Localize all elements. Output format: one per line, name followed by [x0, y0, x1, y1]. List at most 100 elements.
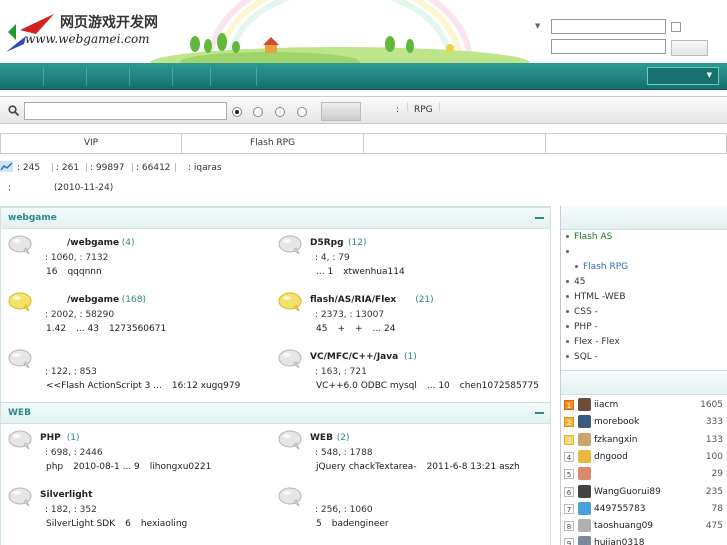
- tab-flash-rpg[interactable]: Flash RPG: [182, 134, 364, 153]
- ranking-row[interactable]: 4 dngood 100: [561, 449, 726, 466]
- ranking-row[interactable]: 9 huijan0318: [561, 535, 726, 545]
- remember-checkbox[interactable]: [671, 22, 681, 32]
- search-type-radio[interactable]: [253, 107, 263, 117]
- login-button[interactable]: [671, 40, 708, 56]
- forum-name[interactable]: PHP: [40, 433, 61, 443]
- ranking-row[interactable]: 8 taoshuang09 475: [561, 518, 726, 535]
- ranking-row[interactable]: 1 iiacm 1605: [561, 397, 726, 414]
- forum-name[interactable]: VC/MFC/C++/Java: [310, 352, 398, 362]
- username-input[interactable]: [551, 19, 666, 34]
- ranking-row[interactable]: 6 WangGuorui89 235: [561, 484, 726, 501]
- forum-item[interactable]: : 122, : 853 <<Flash ActionScript 3 ... 16…: [1, 345, 271, 402]
- sidebar-link[interactable]: Flash RPG: [575, 262, 628, 272]
- forum-item[interactable]: PHP (1): 698, : 2446 php 2010-08-1 ... 9 lih…: [1, 426, 271, 483]
- forum-item[interactable]: : 256, : 1060 5 badengineer: [271, 483, 541, 540]
- search-type-radio[interactable]: [297, 107, 307, 117]
- nav-dropdown[interactable]: ▼: [647, 67, 719, 85]
- section-header-webgame[interactable]: webgame: [1, 207, 550, 229]
- sidebar-link-label[interactable]: CSS -: [574, 307, 598, 317]
- rank-username[interactable]: fzkangxin: [594, 435, 637, 445]
- sidebar-link-label[interactable]: SQL -: [574, 352, 598, 362]
- forum-item[interactable]: VC/MFC/C++/Java (1): 163, : 721 VC++6.0 OD…: [271, 345, 541, 402]
- sidebar-link[interactable]: Flex - Flex: [566, 337, 620, 347]
- logo-url[interactable]: www.webgamei.com: [25, 32, 150, 46]
- search-input[interactable]: [24, 102, 227, 120]
- forum-last-post[interactable]: ... 1 xtwenhua114: [316, 267, 415, 277]
- collapse-icon[interactable]: [535, 412, 544, 414]
- collapse-icon[interactable]: [535, 217, 544, 219]
- sidebar-link-label[interactable]: PHP -: [574, 322, 598, 332]
- avatar[interactable]: [578, 484, 591, 498]
- forum-name[interactable]: Silverlight: [40, 490, 92, 500]
- forum-item[interactable]: /webgame (168): 2002, : 58290 1.42 ... 43 12…: [1, 288, 271, 345]
- ranking-row[interactable]: 5 29: [561, 466, 726, 483]
- forum-last-post[interactable]: 16 qqqnnn: [46, 267, 112, 277]
- ranking-row[interactable]: 2 morebook 333: [561, 414, 726, 431]
- logo-title[interactable]: 网页游戏开发网: [60, 12, 158, 32]
- avatar[interactable]: [578, 501, 591, 515]
- rank-username[interactable]: iiacm: [594, 400, 618, 410]
- forum-last-post[interactable]: <<Flash ActionScript 3 ... 16:12 xugq979: [46, 381, 250, 391]
- rank-username[interactable]: dngood: [594, 452, 628, 462]
- avatar[interactable]: [578, 519, 591, 533]
- forum-last-post[interactable]: 5 badengineer: [316, 519, 399, 529]
- tab-vip[interactable]: VIP: [1, 134, 182, 153]
- search-type-radio[interactable]: [232, 107, 242, 117]
- rank-username[interactable]: taoshuang09: [594, 521, 653, 531]
- tab-3[interactable]: [364, 134, 546, 153]
- sidebar-link-label[interactable]: Flash RPG: [583, 262, 628, 272]
- forum-last-post[interactable]: 1.42 ... 43 1273560671: [46, 324, 176, 334]
- rank-badge: 9: [564, 538, 574, 545]
- forum-name[interactable]: D5Rpg: [310, 238, 344, 248]
- rank-username[interactable]: WangGuorui89: [594, 487, 661, 497]
- avatar[interactable]: [578, 467, 591, 481]
- avatar[interactable]: [578, 415, 591, 429]
- sidebar-link[interactable]: PHP -: [566, 322, 598, 332]
- forum-last-post[interactable]: VC++6.0 ODBC mysql ... 10 chen1072585775: [316, 381, 549, 391]
- sidebar-link[interactable]: 45: [566, 277, 585, 287]
- search-button[interactable]: [321, 102, 361, 121]
- forum-item[interactable]: flash/AS/RIA/Flex (21): 2373, : 13007 45 + +…: [271, 288, 541, 345]
- forum-last-post[interactable]: SilverLight SDK 6 hexiaoling: [46, 519, 197, 529]
- forum-item[interactable]: Silverlight: 182, : 352 SilverLight SDK 6 h…: [1, 483, 271, 540]
- search-type-radio[interactable]: [275, 107, 285, 117]
- sidebar-link[interactable]: CSS -: [566, 307, 598, 317]
- avatar[interactable]: [578, 432, 591, 446]
- sidebar-link[interactable]: SQL -: [566, 352, 598, 362]
- forum-name[interactable]: flash/AS/RIA/Flex: [310, 295, 396, 305]
- rank-username[interactable]: morebook: [594, 417, 639, 427]
- sidebar-link[interactable]: [566, 247, 574, 257]
- sidebar-link-label[interactable]: 45: [574, 277, 585, 287]
- forum-name[interactable]: /webgame: [67, 295, 119, 305]
- avatar[interactable]: [578, 449, 591, 463]
- forum-last-post[interactable]: jQuery chackTextarea- 2011-6-8 13:21 aszh: [316, 462, 530, 472]
- forum-name[interactable]: /webgame: [67, 238, 119, 248]
- forum-name[interactable]: WEB: [310, 433, 333, 443]
- sidebar-link[interactable]: HTML -WEB: [566, 292, 626, 302]
- forum-last-post[interactable]: php 2010-08-1 ... 9 lihongxu0221: [46, 462, 221, 472]
- forum-item[interactable]: D5Rpg (12): 4, : 79 ... 1 xtwenhua114: [271, 231, 541, 288]
- tab-4[interactable]: [546, 134, 726, 153]
- sidebar-link-label[interactable]: Flash AS: [574, 232, 612, 242]
- section-title[interactable]: WEB: [8, 408, 31, 418]
- forum-last-post[interactable]: 45 + + ... 24: [316, 324, 405, 334]
- password-input[interactable]: [551, 39, 666, 54]
- section-title[interactable]: webgame: [8, 213, 57, 223]
- rank-username[interactable]: huijan0318: [594, 538, 645, 545]
- banner-landscape: [150, 0, 530, 63]
- avatar[interactable]: [578, 536, 591, 545]
- ranking-row[interactable]: 3 fzkangxin 133: [561, 432, 726, 449]
- ranking-row[interactable]: 7 449755783 78: [561, 501, 726, 518]
- rank-username[interactable]: 449755783: [594, 504, 646, 514]
- last-post-part: 6: [125, 519, 131, 529]
- stat-newest-member[interactable]: : iqaras: [188, 163, 222, 173]
- login-type-dropdown-icon[interactable]: ▼: [535, 22, 540, 30]
- avatar[interactable]: [578, 398, 591, 411]
- forum-item[interactable]: WEB (2): 548, : 1788 jQuery chackTextarea-…: [271, 426, 541, 483]
- sidebar-link-label[interactable]: Flex - Flex: [574, 337, 620, 347]
- forum-item[interactable]: /webgame (4): 1060, : 7132 16 qqqnnn: [1, 231, 271, 288]
- section-header-web[interactable]: WEB: [1, 402, 550, 424]
- sidebar-link[interactable]: Flash AS: [566, 232, 612, 242]
- sidebar-link-label[interactable]: HTML -WEB: [574, 292, 626, 302]
- hot-search-rpg-link[interactable]: RPG: [414, 105, 433, 115]
